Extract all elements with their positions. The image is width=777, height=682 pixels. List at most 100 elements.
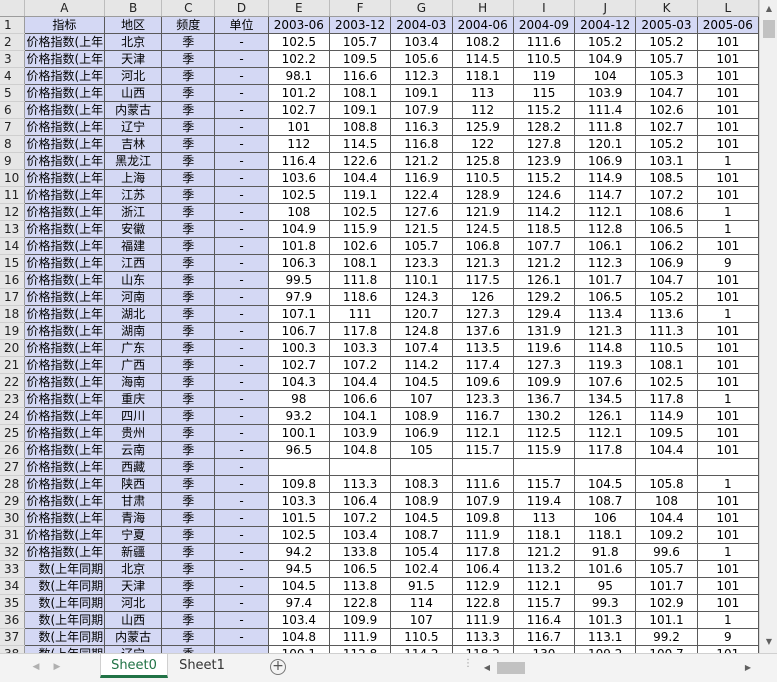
frequency-cell[interactable]: 季: [161, 441, 216, 459]
row-header[interactable]: 5: [0, 84, 25, 102]
value-cell[interactable]: 1: [697, 475, 759, 493]
value-cell[interactable]: 122.8: [452, 594, 514, 612]
unit-cell[interactable]: -: [214, 101, 269, 119]
value-cell[interactable]: 122: [452, 135, 514, 153]
value-cell[interactable]: [452, 458, 514, 476]
frequency-cell[interactable]: 季: [161, 594, 216, 612]
header-cell[interactable]: 2005-03: [635, 16, 698, 34]
unit-cell[interactable]: -: [214, 305, 269, 323]
indicator-cell[interactable]: 价格指数(上年: [24, 220, 106, 238]
row-header[interactable]: 24: [0, 407, 25, 425]
tab-sheet0[interactable]: Sheet0: [100, 654, 168, 678]
value-cell[interactable]: 100.1: [268, 645, 330, 653]
triangle-right-icon[interactable]: ▶: [50, 660, 64, 674]
value-cell[interactable]: 101: [697, 356, 759, 374]
value-cell[interactable]: 101.3: [574, 611, 637, 629]
value-cell[interactable]: 121.2: [513, 543, 576, 561]
value-cell[interactable]: 115.9: [513, 441, 576, 459]
value-cell[interactable]: 102.5: [329, 203, 392, 221]
value-cell[interactable]: 101: [697, 33, 759, 51]
value-cell[interactable]: 104.4: [635, 509, 698, 527]
value-cell[interactable]: 110.1: [390, 271, 453, 289]
value-cell[interactable]: 108.8: [329, 118, 392, 136]
value-cell[interactable]: 109.1: [329, 101, 392, 119]
value-cell[interactable]: 104.4: [635, 441, 698, 459]
value-cell[interactable]: 127.8: [513, 135, 576, 153]
region-cell[interactable]: 北京: [104, 560, 163, 578]
value-cell[interactable]: 112: [268, 135, 330, 153]
value-cell[interactable]: 105.2: [635, 33, 698, 51]
frequency-cell[interactable]: 季: [161, 135, 216, 153]
value-cell[interactable]: 106.2: [635, 237, 698, 255]
value-cell[interactable]: 102.7: [635, 118, 698, 136]
value-cell[interactable]: 124.3: [390, 288, 453, 306]
value-cell[interactable]: 124.5: [452, 220, 514, 238]
frequency-cell[interactable]: 季: [161, 543, 216, 561]
unit-cell[interactable]: -: [214, 611, 269, 629]
frequency-cell[interactable]: 季: [161, 458, 216, 476]
value-cell[interactable]: 106.4: [452, 560, 514, 578]
frequency-cell[interactable]: 季: [161, 390, 216, 408]
value-cell[interactable]: 113.3: [329, 475, 392, 493]
indicator-cell[interactable]: 价格指数(上年: [24, 135, 106, 153]
value-cell[interactable]: 111.8: [329, 271, 392, 289]
indicator-cell[interactable]: 价格指数(上年: [24, 203, 106, 221]
value-cell[interactable]: [635, 458, 698, 476]
frequency-cell[interactable]: 季: [161, 526, 216, 544]
row-header[interactable]: 16: [0, 271, 25, 289]
value-cell[interactable]: 111.6: [513, 33, 576, 51]
frequency-cell[interactable]: 季: [161, 305, 216, 323]
value-cell[interactable]: 112.3: [390, 67, 453, 85]
value-cell[interactable]: 125.8: [452, 152, 514, 170]
tab-sheet1[interactable]: Sheet1: [168, 654, 236, 678]
value-cell[interactable]: 101: [697, 509, 759, 527]
unit-cell[interactable]: -: [214, 271, 269, 289]
region-cell[interactable]: 河北: [104, 67, 163, 85]
scroll-up-icon[interactable]: ▲: [760, 0, 777, 18]
value-cell[interactable]: 104.4: [329, 373, 392, 391]
value-cell[interactable]: 109.2: [635, 526, 698, 544]
row-header[interactable]: 33: [0, 560, 25, 578]
row-header[interactable]: 22: [0, 373, 25, 391]
value-cell[interactable]: 107: [390, 390, 453, 408]
region-cell[interactable]: 贵州: [104, 424, 163, 442]
unit-cell[interactable]: -: [214, 186, 269, 204]
scroll-left-icon[interactable]: ◀: [479, 660, 495, 676]
column-header[interactable]: D: [214, 0, 269, 17]
value-cell[interactable]: 134.5: [574, 390, 637, 408]
row-header[interactable]: 32: [0, 543, 25, 561]
value-cell[interactable]: 111.8: [574, 118, 637, 136]
value-cell[interactable]: 101: [697, 441, 759, 459]
value-cell[interactable]: 101: [697, 135, 759, 153]
region-cell[interactable]: 西藏: [104, 458, 163, 476]
value-cell[interactable]: 127.3: [513, 356, 576, 374]
row-header[interactable]: 25: [0, 424, 25, 442]
frequency-cell[interactable]: 季: [161, 322, 216, 340]
value-cell[interactable]: 115.7: [513, 475, 576, 493]
row-header[interactable]: 2: [0, 33, 25, 51]
value-cell[interactable]: 114.7: [574, 186, 637, 204]
column-header[interactable]: K: [635, 0, 698, 17]
value-cell[interactable]: 115: [513, 84, 576, 102]
value-cell[interactable]: 117.8: [635, 390, 698, 408]
region-cell[interactable]: 山西: [104, 84, 163, 102]
frequency-cell[interactable]: 季: [161, 271, 216, 289]
value-cell[interactable]: 102.5: [268, 33, 330, 51]
frequency-cell[interactable]: 季: [161, 492, 216, 510]
header-cell[interactable]: 2004-12: [574, 16, 637, 34]
indicator-cell[interactable]: 数(上年同期: [24, 577, 106, 595]
value-cell[interactable]: 114.9: [635, 407, 698, 425]
row-header[interactable]: 17: [0, 288, 25, 306]
value-cell[interactable]: 113.8: [329, 577, 392, 595]
value-cell[interactable]: 113.5: [452, 339, 514, 357]
value-cell[interactable]: 119.4: [513, 492, 576, 510]
value-cell[interactable]: 113.6: [635, 305, 698, 323]
value-cell[interactable]: 130: [513, 645, 576, 653]
value-cell[interactable]: 108.1: [329, 84, 392, 102]
value-cell[interactable]: 104.8: [329, 441, 392, 459]
unit-cell[interactable]: -: [214, 441, 269, 459]
value-cell[interactable]: 124.8: [390, 322, 453, 340]
value-cell[interactable]: 130.2: [513, 407, 576, 425]
value-cell[interactable]: 106.6: [329, 390, 392, 408]
frequency-cell[interactable]: 季: [161, 424, 216, 442]
